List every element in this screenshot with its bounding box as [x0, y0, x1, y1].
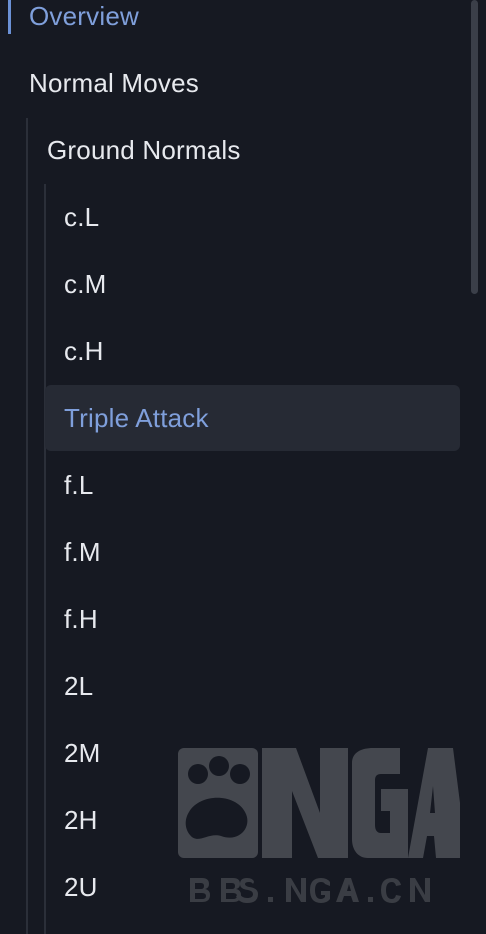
- sidebar-item-2h[interactable]: 2H: [64, 787, 98, 853]
- sidebar-item-2l[interactable]: 2L: [64, 653, 93, 719]
- sidebar-item-triple-attack[interactable]: Triple Attack: [64, 385, 209, 451]
- sidebar-item-ch[interactable]: c.H: [64, 318, 104, 384]
- sidebar-item-ground-normals[interactable]: Ground Normals: [47, 117, 241, 183]
- sidebar-item-cm[interactable]: c.M: [64, 251, 106, 317]
- current-section-indicator: [8, 0, 11, 34]
- paw-icon: [178, 748, 258, 858]
- sidebar-item-fm[interactable]: f.M: [64, 519, 101, 585]
- sidebar-scrollbar-thumb[interactable]: [471, 0, 478, 294]
- nga-watermark-logo: [178, 748, 460, 903]
- sidebar-item-normal-moves[interactable]: Normal Moves: [29, 50, 199, 116]
- sidebar-item-fh[interactable]: f.H: [64, 586, 98, 652]
- normal-moves-tree-line: [26, 118, 28, 934]
- sidebar-item-fl[interactable]: f.L: [64, 452, 94, 518]
- ground-normals-tree-line: [44, 184, 46, 934]
- bbs-nga-cn-lettering: [190, 878, 430, 903]
- sidebar-item-overview[interactable]: Overview: [29, 0, 139, 49]
- sidebar-item-cl[interactable]: c.L: [64, 184, 99, 250]
- nga-letter-mark: [262, 748, 460, 858]
- sidebar-item-2u[interactable]: 2U: [64, 854, 98, 920]
- sidebar-item-2m[interactable]: 2M: [64, 720, 101, 786]
